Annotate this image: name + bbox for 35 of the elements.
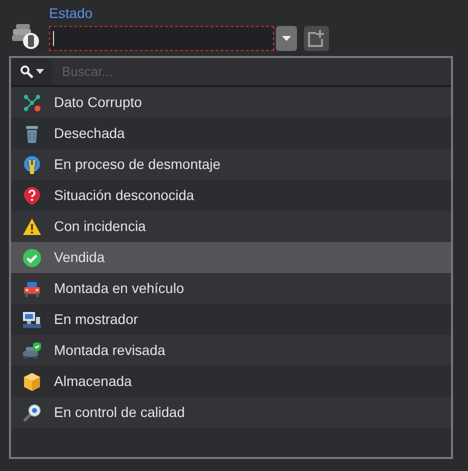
option-item[interactable]: Con incidencia — [11, 211, 451, 242]
option-item[interactable]: Dato Corrupto — [11, 87, 451, 118]
add-icon — [307, 29, 326, 48]
option-item[interactable]: Vendida — [11, 242, 451, 273]
option-label: Almacenada — [54, 372, 132, 391]
option-label: En proceso de desmontaje — [54, 155, 221, 174]
option-label: Situación desconocida — [54, 186, 194, 205]
field-label: Estado — [49, 4, 94, 23]
option-label: En control de calidad — [54, 403, 185, 422]
option-item[interactable]: En control de calidad — [11, 397, 451, 428]
warning-icon — [22, 216, 42, 236]
option-label: Dato Corrupto — [54, 93, 142, 112]
option-label: Montada en vehículo — [54, 279, 184, 298]
caret-icon — [36, 69, 44, 74]
search-menu-button[interactable] — [11, 58, 52, 85]
dropdown-button[interactable] — [276, 26, 297, 51]
computer-icon — [22, 310, 42, 330]
box-icon — [22, 372, 42, 392]
magnifier-icon — [22, 402, 42, 422]
check-circle-icon — [22, 248, 42, 268]
search-icon — [20, 64, 34, 78]
option-item[interactable]: En proceso de desmontaje — [11, 149, 451, 180]
add-button[interactable] — [304, 26, 329, 51]
option-label: Con incidencia — [54, 217, 146, 236]
option-label: Vendida — [54, 248, 105, 267]
option-label: Desechada — [54, 124, 125, 143]
network-icon — [22, 92, 42, 112]
option-label: Montada revisada — [54, 341, 166, 360]
option-label: En mostrador — [54, 310, 138, 329]
option-item[interactable]: Montada revisada — [11, 335, 451, 366]
option-item[interactable]: Montada en vehículo — [11, 273, 451, 304]
car-shield-icon — [22, 340, 42, 360]
caret-icon — [282, 36, 291, 41]
status-field[interactable] — [49, 26, 274, 51]
question-pin-icon — [22, 186, 42, 206]
